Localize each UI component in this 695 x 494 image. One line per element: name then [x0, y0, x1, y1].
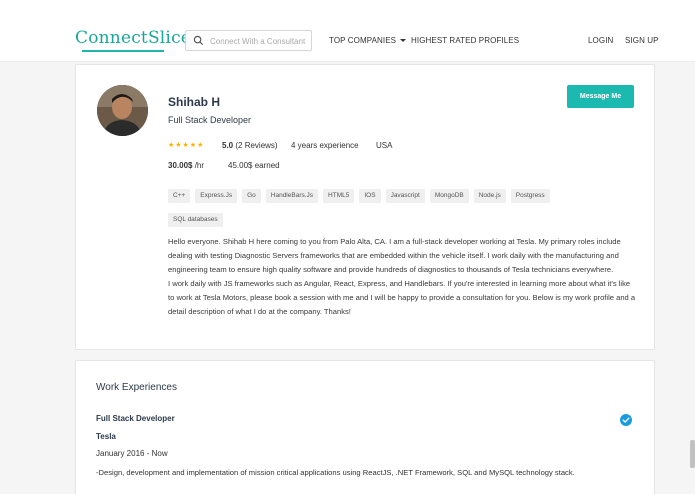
profile-name: Shihab H: [168, 95, 221, 109]
skill-tag[interactable]: C++: [168, 189, 191, 203]
rate-value: 30.00$: [168, 161, 193, 170]
job-title: Full Stack Developer: [96, 414, 175, 423]
rating-value: 5.0: [222, 141, 234, 150]
logo[interactable]: ConnectSlice: [75, 28, 191, 48]
location: USA: [376, 141, 393, 150]
avatar-image: [97, 85, 148, 136]
skill-tag[interactable]: HandleBars.Js: [265, 189, 319, 203]
search-box[interactable]: [185, 30, 312, 51]
search-icon: [193, 35, 204, 46]
avatar: [97, 85, 148, 136]
verified-check-icon: [620, 414, 632, 426]
rating-summary: 5.0 (2 Reviews): [222, 141, 278, 150]
work-experiences-heading: Work Experiences: [96, 382, 177, 393]
logo-underline: [82, 50, 164, 52]
profile-bio: Hello everyone. Shihab H here coming to …: [168, 235, 638, 319]
rating-stars: ★★★★★: [168, 142, 205, 149]
experience: 4 years experience: [291, 141, 359, 150]
chevron-down-icon: [400, 39, 407, 43]
hourly-rate: 30.00$ /hr: [168, 161, 204, 170]
skill-tag[interactable]: HTML5: [323, 189, 355, 203]
skill-tags: C++ Express.Js Go HandleBars.Js HTML5 IOS Java…: [168, 184, 608, 232]
nav-top-companies[interactable]: TOP COMPANIES: [329, 36, 407, 45]
skill-tag[interactable]: Javascript: [385, 189, 425, 203]
skill-tag[interactable]: IOS: [359, 189, 381, 203]
rate-unit: /hr: [192, 161, 205, 170]
login-link[interactable]: LOGIN: [588, 36, 613, 45]
work-experience-card: Work Experiences Full Stack Developer Te…: [75, 360, 655, 494]
skill-tag[interactable]: Express.Js: [195, 189, 238, 203]
bio-paragraph: I work daily with JS frameworks such as …: [168, 279, 636, 316]
search-input[interactable]: [210, 33, 310, 49]
review-count[interactable]: (2 Reviews): [235, 141, 277, 150]
skill-tag[interactable]: Postgress: [510, 189, 550, 203]
employment-dates: January 2016 - Now: [96, 449, 168, 458]
top-header: ConnectSlice TOP COMPANIES HIGHEST RATED…: [0, 0, 695, 62]
skill-tag[interactable]: MongoDB: [429, 189, 469, 203]
message-me-button[interactable]: Message Me: [567, 85, 634, 108]
bio-paragraph: Hello everyone. Shihab H here coming to …: [168, 237, 621, 274]
job-description: -Design, development and implementation …: [96, 468, 575, 477]
nav-top-companies-label: TOP COMPANIES: [329, 36, 397, 45]
profile-card: Shihab H Full Stack Developer Message Me…: [75, 64, 655, 350]
signup-link[interactable]: SIGN UP: [625, 36, 659, 45]
earned-amount: 45.00$ earned: [228, 161, 280, 170]
skill-tag[interactable]: Go: [242, 189, 261, 203]
skill-tag[interactable]: Node.js: [473, 189, 506, 203]
scrollbar-thumb[interactable]: [690, 440, 695, 468]
nav-highest-rated-profiles[interactable]: HIGHEST RATED PROFILES: [411, 36, 519, 45]
profile-title: Full Stack Developer: [168, 115, 252, 125]
skill-tag[interactable]: SQL databases: [168, 213, 223, 227]
company-name: Tesla: [96, 432, 116, 441]
